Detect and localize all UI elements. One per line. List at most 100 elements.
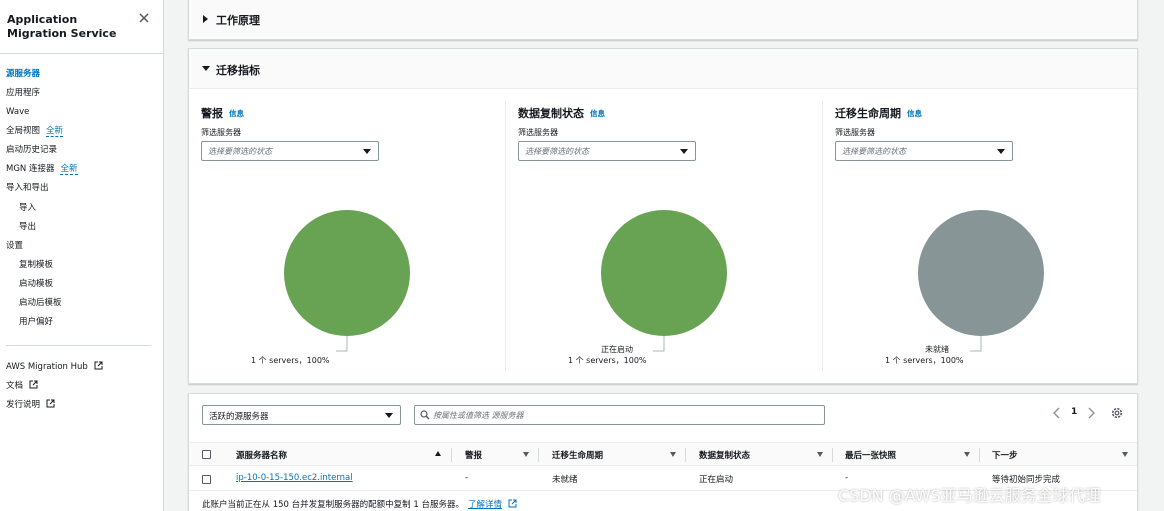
col-divider — [979, 448, 980, 462]
leader-line — [336, 336, 348, 352]
nav-label: 源服务器 — [6, 69, 41, 79]
count-label: 1 个 servers，100% — [568, 356, 647, 365]
server-name-link[interactable]: ip-10-0-15-150.ec2.internal — [236, 473, 353, 483]
nav-label: 导入 — [19, 203, 37, 213]
nav-import[interactable]: 导入 — [19, 202, 36, 214]
cell-lifecycle: 未就绪 — [552, 475, 578, 485]
link-release-notes[interactable]: 发行说明 — [6, 399, 55, 412]
link-label: AWS Migration Hub — [6, 362, 88, 372]
server-state-select[interactable]: 活跃的源服务器 — [202, 405, 401, 425]
nav-launch-template[interactable]: 启动模板 — [19, 278, 53, 290]
pie-slice[interactable] — [284, 210, 410, 336]
link-label: 发行说明 — [6, 400, 41, 410]
nav-post-launch-template[interactable]: 启动后模板 — [19, 297, 62, 309]
pie-slice[interactable] — [601, 210, 727, 336]
nav-label: 全局视图 — [6, 126, 41, 136]
close-icon[interactable] — [137, 11, 151, 25]
cell-alerts: - — [465, 473, 469, 483]
leader-line — [970, 336, 982, 352]
link-migration-hub[interactable]: AWS Migration Hub — [6, 361, 103, 374]
col-server-name[interactable]: 源服务器名称 — [236, 449, 287, 461]
col-divider — [832, 448, 833, 462]
nav-label: 启动模板 — [19, 279, 54, 289]
select-all-checkbox[interactable] — [202, 450, 211, 459]
quota-text: 此账户当前正在从 150 台并发复制服务器的配额中复制 1 台服务器。 — [202, 500, 464, 510]
sort-icon[interactable] — [1122, 452, 1128, 457]
sort-icon[interactable] — [523, 452, 529, 457]
lifecycle-metric: 迁移生命周期 信息 筛选服务器 选择要筛选的状态 未就绪 1 个 servers，… — [823, 89, 1139, 384]
nav-launch-history[interactable]: 启动历史记录 — [6, 144, 57, 156]
metrics-title: 迁移指标 — [216, 64, 260, 77]
chevron-down-icon — [385, 413, 393, 418]
nav-source-servers[interactable]: 源服务器 — [6, 68, 40, 80]
how-it-works-title: 工作原理 — [216, 14, 260, 27]
pie-slice[interactable] — [918, 210, 1044, 336]
nav-import-export[interactable]: 导入和导出 — [6, 182, 49, 194]
sort-icon[interactable] — [817, 452, 823, 457]
external-link-icon — [29, 380, 38, 393]
table-header: 源服务器名称 警报 迁移生命周期 数据复制状态 最后一张快照 下一步 — [189, 442, 1137, 466]
external-link-icon — [94, 361, 103, 374]
learn-more-link[interactable]: 了解详情 — [468, 500, 502, 510]
quota-note: 此账户当前正在从 150 台并发复制服务器的配额中复制 1 台服务器。 了解详情 — [202, 498, 517, 511]
sort-icon[interactable] — [670, 452, 676, 457]
search-icon — [420, 410, 430, 423]
nav-user-preferences[interactable]: 用户偏好 — [19, 316, 53, 328]
row-checkbox[interactable] — [202, 475, 211, 484]
expand-caret-icon[interactable] — [203, 15, 208, 23]
nav-label: 应用程序 — [6, 88, 41, 98]
collapse-caret-icon[interactable] — [202, 66, 210, 71]
nav-label: 导入和导出 — [6, 183, 49, 193]
nav-label: 导出 — [19, 222, 37, 232]
col-alerts[interactable]: 警报 — [465, 449, 482, 461]
nav-label: Wave — [6, 107, 30, 117]
how-it-works-panel: 工作原理 — [188, 0, 1138, 40]
nav-replication-template[interactable]: 复制模板 — [19, 259, 53, 271]
sort-icon[interactable] — [964, 452, 970, 457]
next-page-icon[interactable] — [1085, 406, 1097, 420]
replication-metric: 数据复制状态 信息 筛选服务器 选择要筛选的状态 正在启动 1 个 servers… — [506, 89, 822, 384]
how-it-works-header[interactable]: 工作原理 — [189, 0, 1137, 39]
slice-label: 未就绪 — [925, 345, 949, 354]
sidebar: Application Migration Service 源服务器 应用程序 … — [0, 0, 164, 511]
metrics-header[interactable]: 迁移指标 — [189, 49, 1137, 89]
sidebar-divider — [6, 345, 151, 346]
replication-pie-chart — [601, 210, 727, 352]
nav-global-view[interactable]: 全局视图 全新 — [6, 125, 64, 137]
col-last-snapshot[interactable]: 最后一张快照 — [845, 449, 896, 461]
nav-wave[interactable]: Wave — [6, 106, 29, 118]
cell-replication: 正在启动 — [699, 475, 734, 485]
select-value: 活跃的源服务器 — [209, 412, 269, 422]
search-input[interactable] — [433, 408, 813, 422]
col-divider — [538, 448, 539, 462]
col-replication[interactable]: 数据复制状态 — [699, 449, 750, 461]
lifecycle-pie-chart — [918, 210, 1044, 352]
sidebar-divider — [0, 53, 164, 54]
nav-settings[interactable]: 设置 — [6, 240, 23, 252]
col-divider — [685, 448, 686, 462]
nav-label: 设置 — [6, 241, 24, 251]
gear-icon[interactable] — [1110, 406, 1124, 420]
nav-label: 启动历史记录 — [6, 145, 58, 155]
nav-applications[interactable]: 应用程序 — [6, 87, 40, 99]
external-link-icon — [46, 399, 55, 412]
nav-label: MGN 连接器 — [6, 164, 55, 174]
search-box[interactable] — [414, 405, 825, 425]
nav-mgn-connector[interactable]: MGN 连接器 全新 — [6, 163, 78, 175]
prev-page-icon[interactable] — [1051, 406, 1063, 420]
external-link-icon — [508, 499, 517, 511]
page-number[interactable]: 1 — [1071, 407, 1077, 417]
count-label: 1 个 servers，100% — [885, 356, 964, 365]
count-label: 1 个 servers，100% — [251, 356, 330, 365]
col-lifecycle[interactable]: 迁移生命周期 — [552, 449, 603, 461]
new-badge: 全新 — [46, 126, 64, 137]
sort-asc-icon[interactable] — [435, 451, 441, 456]
slice-label: 正在启动 — [601, 345, 633, 354]
link-label: 文档 — [6, 381, 24, 391]
link-docs[interactable]: 文档 — [6, 380, 38, 393]
nav-label: 启动后模板 — [19, 298, 62, 308]
alerts-pie-chart — [284, 210, 410, 352]
nav-export[interactable]: 导出 — [19, 221, 36, 233]
col-next-step[interactable]: 下一步 — [992, 449, 1018, 461]
alerts-metric: 警报 信息 筛选服务器 选择要筛选的状态 1 个 servers，100% — [189, 89, 505, 384]
